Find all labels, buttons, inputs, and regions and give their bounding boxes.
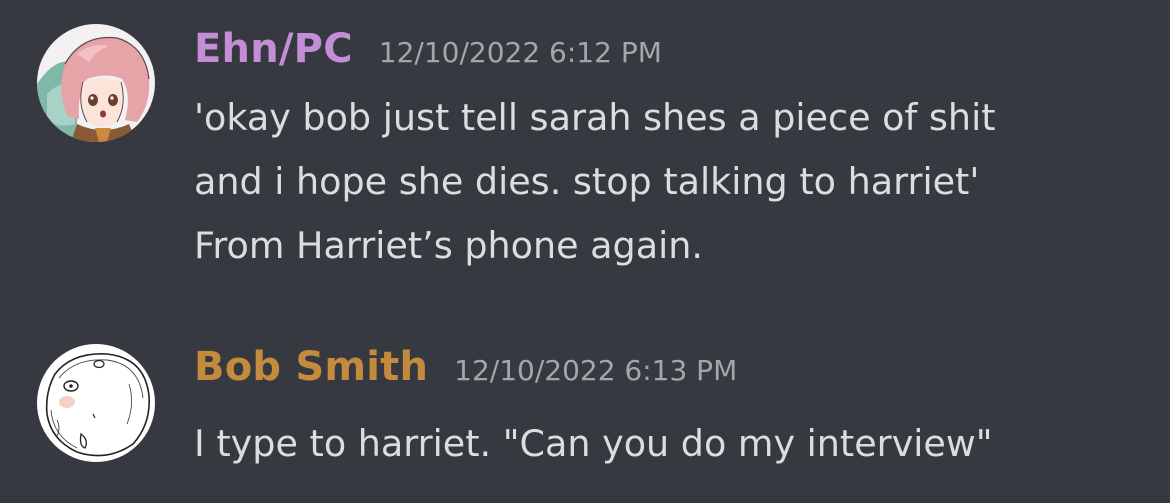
username[interactable]: Bob Smith xyxy=(194,344,428,390)
message-header: Ehn/PC 12/10/2022 6:12 PM xyxy=(194,26,662,72)
sketch-face-avatar-image xyxy=(37,344,155,462)
timestamp: 12/10/2022 6:13 PM xyxy=(454,354,738,387)
avatar[interactable] xyxy=(37,344,155,462)
username[interactable]: Ehn/PC xyxy=(194,26,353,72)
message-content: 'okay bob just tell sarah shes a piece o… xyxy=(194,86,996,278)
anime-character-avatar-image xyxy=(37,24,155,142)
message-text-line: and i hope she dies. stop talking to har… xyxy=(194,160,980,203)
message-text-line: 'okay bob just tell sarah shes a piece o… xyxy=(194,96,996,139)
message-header: Bob Smith 12/10/2022 6:13 PM xyxy=(194,344,737,390)
message-text-line: From Harriet’s phone again. xyxy=(194,224,703,267)
timestamp: 12/10/2022 6:12 PM xyxy=(378,36,662,69)
avatar[interactable] xyxy=(37,24,155,142)
message-text-line: I type to harriet. "Can you do my interv… xyxy=(194,422,993,465)
message-content: I type to harriet. "Can you do my interv… xyxy=(194,412,993,476)
